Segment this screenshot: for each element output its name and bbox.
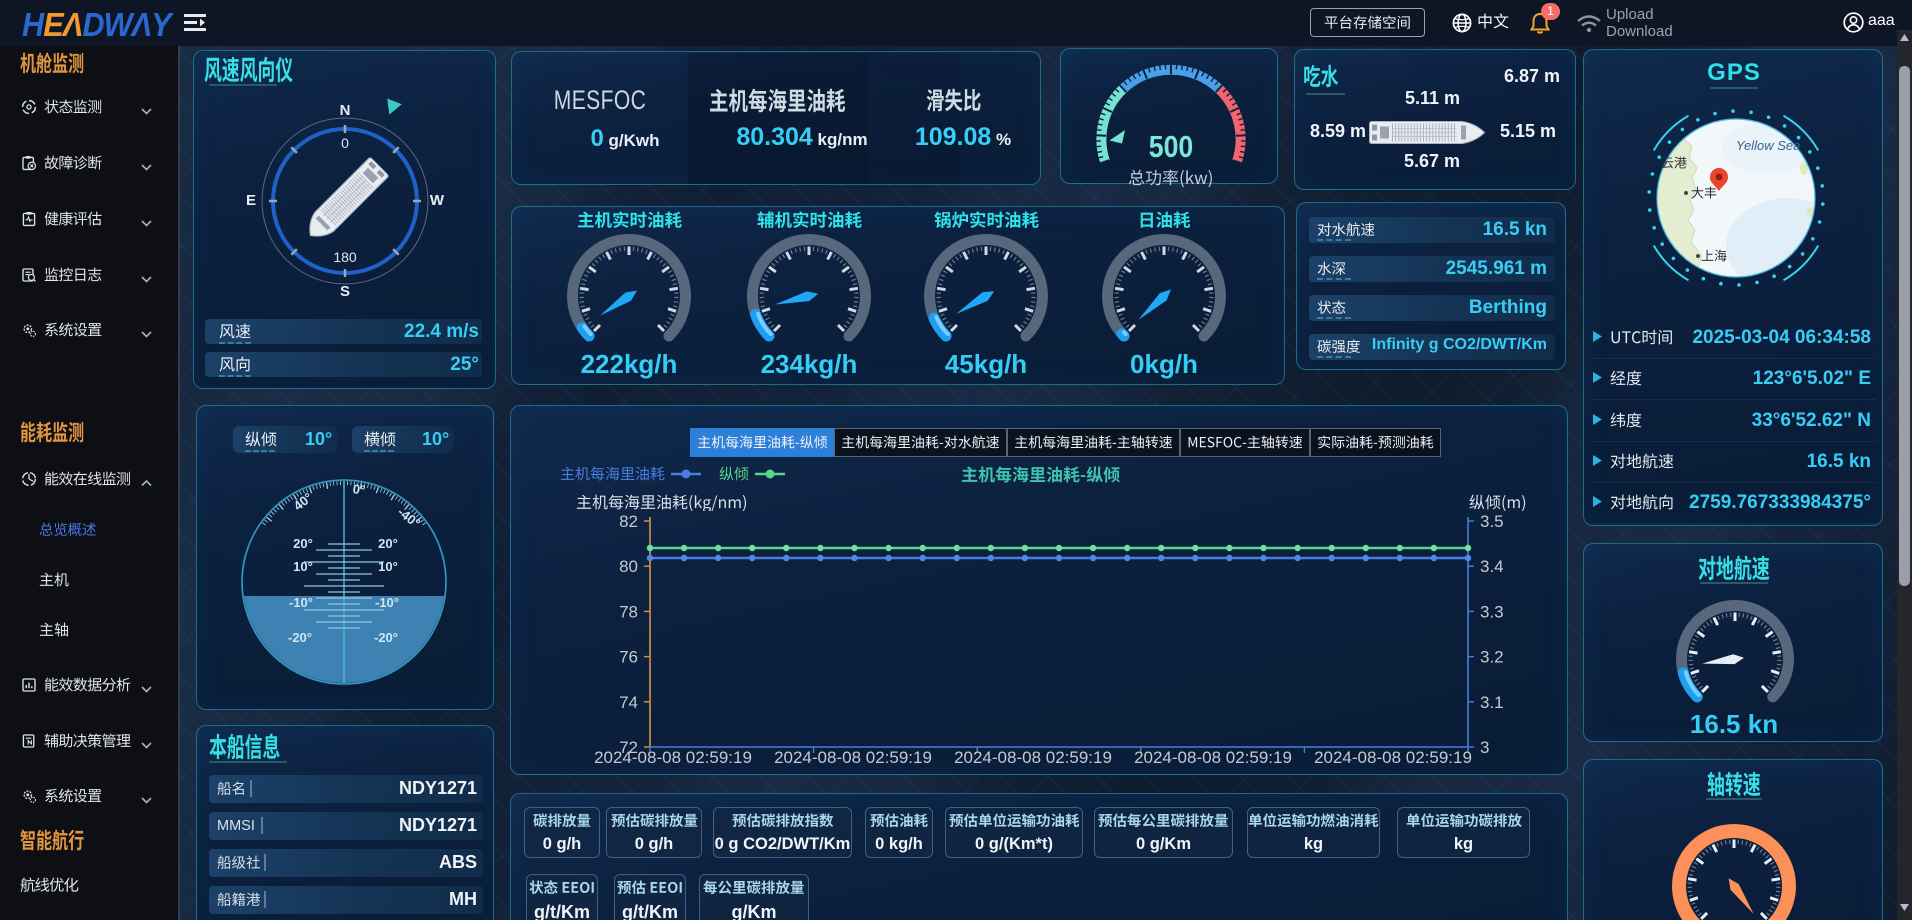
svg-text:3: 3 [1480, 738, 1489, 757]
svg-text:2024-08-08 02:59:19: 2024-08-08 02:59:19 [1134, 748, 1292, 767]
svg-text:3.2: 3.2 [1480, 648, 1504, 667]
svg-text:3.1: 3.1 [1480, 693, 1504, 712]
svg-text:2024-08-08 02:59:19: 2024-08-08 02:59:19 [594, 748, 752, 767]
svg-text:78: 78 [619, 602, 638, 621]
svg-text:Yellow Sea: Yellow Sea [1736, 138, 1800, 153]
svg-text:3.4: 3.4 [1480, 557, 1504, 576]
svg-text:2024-08-08 02:59:19: 2024-08-08 02:59:19 [954, 748, 1112, 767]
svg-text:82: 82 [619, 512, 638, 531]
svg-text:80: 80 [619, 557, 638, 576]
svg-text:2024-08-08 02:59:19: 2024-08-08 02:59:19 [774, 748, 932, 767]
svg-text:2024-08-08 02:59:19: 2024-08-08 02:59:19 [1314, 748, 1472, 767]
svg-text:76: 76 [619, 648, 638, 667]
svg-text:3.3: 3.3 [1480, 602, 1504, 621]
svg-text:74: 74 [619, 693, 638, 712]
svg-text:3.5: 3.5 [1480, 512, 1504, 531]
